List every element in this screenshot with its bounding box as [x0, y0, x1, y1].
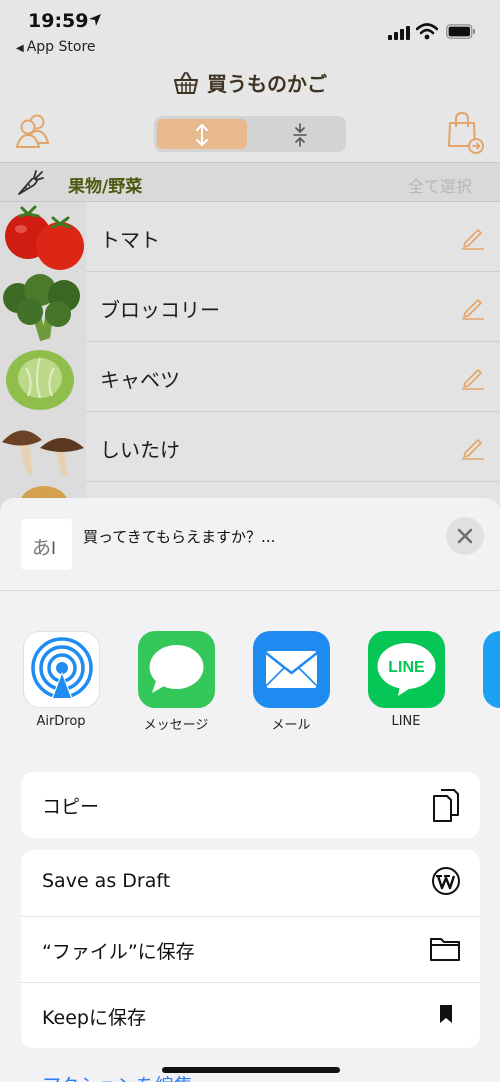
shiitake-image	[0, 412, 86, 482]
close-button[interactable]	[446, 517, 484, 555]
line-icon: LINE	[377, 643, 436, 696]
status-time: 19:59	[28, 10, 89, 32]
app-label-line: LINE	[391, 714, 421, 729]
item-label: キャベツ	[100, 368, 180, 392]
airdrop-button[interactable]	[23, 631, 100, 708]
basket-icon	[174, 72, 198, 94]
divider	[0, 590, 500, 591]
airdrop-icon	[31, 637, 93, 702]
shopping-bag-checkout-icon[interactable]	[446, 110, 486, 154]
mail-button[interactable]	[253, 631, 330, 708]
share-sheet: あI 買ってきてもらえますか？... AirDrop メッセージ メール LIN…	[0, 498, 500, 1082]
wordpress-icon	[432, 867, 460, 895]
wifi-icon	[416, 23, 438, 40]
app-label-airdrop: AirDrop	[36, 714, 86, 729]
list-item[interactable]: キャベツ	[0, 342, 500, 412]
status-bar: 19:59 ◀ App Store	[0, 0, 500, 60]
select-all-button[interactable]: 全て選択	[408, 173, 472, 197]
mail-icon	[265, 651, 318, 688]
action-label: “ファイル”に保存	[42, 941, 195, 963]
text-preview-thumbnail: あI	[21, 519, 72, 570]
action-label: Keepに保存	[42, 1007, 146, 1029]
pencil-edit-icon[interactable]	[460, 294, 486, 320]
text-cursor-icon: I	[51, 539, 57, 559]
messages-button[interactable]	[138, 631, 215, 708]
location-arrow-icon	[89, 14, 101, 26]
list-item[interactable]: しいたけ	[0, 412, 500, 482]
cabbage-image	[0, 342, 86, 412]
action-save-to-keep[interactable]: Keepに保存	[21, 982, 480, 1048]
carrot-icon	[18, 170, 44, 195]
tomato-image	[0, 202, 86, 272]
item-label: ブロッコリー	[100, 298, 220, 322]
back-to-app-store[interactable]: ◀ App Store	[16, 39, 96, 55]
item-label: しいたけ	[100, 438, 180, 462]
collapse-arrows-icon[interactable]	[290, 123, 310, 147]
line-logo-text: LINE	[388, 659, 425, 676]
cellular-signal-icon	[388, 26, 410, 40]
item-label: トマト	[100, 228, 160, 252]
back-label: App Store	[26, 39, 96, 55]
page-title: 買うものかご	[0, 68, 500, 97]
expand-arrows-icon	[196, 123, 208, 147]
app-label-mail: メール	[271, 718, 311, 733]
list-item[interactable]: ブロッコリー	[0, 272, 500, 342]
back-triangle-icon: ◀	[16, 43, 24, 54]
action-label: Save as Draft	[42, 870, 171, 892]
category-header: 果物/野菜 全て選択	[0, 162, 500, 202]
action-save-to-files[interactable]: “ファイル”に保存	[21, 916, 480, 982]
copy-icon	[433, 789, 459, 822]
home-indicator[interactable]	[162, 1067, 340, 1073]
actions-group-more: Save as Draft “ファイル”に保存 Keepに保存	[21, 850, 480, 1048]
action-label: コピー	[42, 796, 100, 818]
messages-icon	[149, 645, 204, 693]
app-label-messages: メッセージ	[143, 718, 209, 733]
category-name: 果物/野菜	[68, 177, 143, 197]
list-item[interactable]: トマト	[0, 202, 500, 272]
pencil-edit-icon[interactable]	[460, 364, 486, 390]
people-icon[interactable]	[14, 113, 52, 149]
pencil-edit-icon[interactable]	[460, 434, 486, 460]
line-button[interactable]: LINE	[368, 631, 445, 708]
action-copy[interactable]: コピー	[21, 772, 480, 838]
battery-icon	[446, 24, 475, 39]
actions-group-copy: コピー	[21, 772, 480, 838]
next-app-button-partial[interactable]	[483, 631, 500, 708]
page-title-text: 買うものかご	[207, 72, 327, 96]
sort-segmented-control	[154, 116, 346, 152]
share-preview-text: 買ってきてもらえますか？...	[83, 528, 276, 546]
preview-thumb-text: あ	[32, 537, 52, 559]
bookmark-icon	[440, 1005, 452, 1023]
pencil-edit-icon[interactable]	[460, 224, 486, 250]
folder-icon	[430, 938, 460, 961]
broccoli-image	[0, 272, 86, 342]
action-save-as-draft[interactable]: Save as Draft	[21, 850, 480, 916]
close-icon	[457, 528, 473, 544]
